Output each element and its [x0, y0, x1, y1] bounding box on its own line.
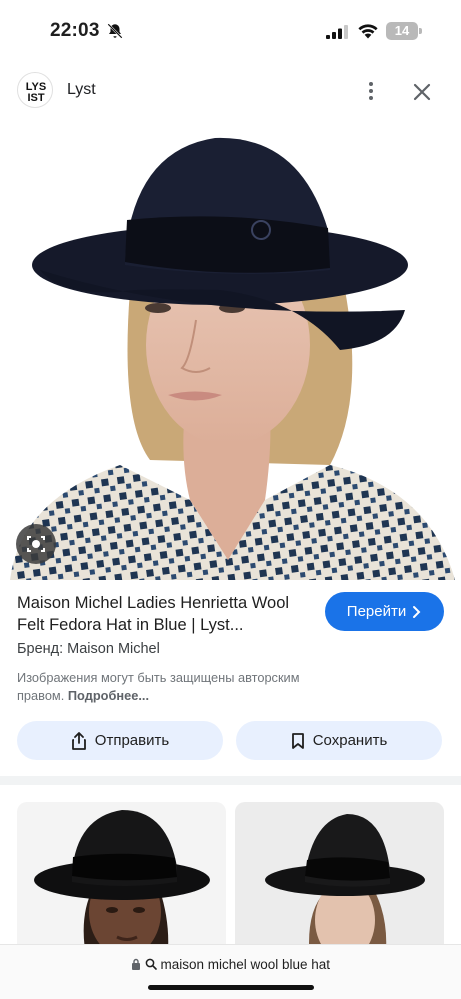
visit-button[interactable]: Перейти [325, 592, 444, 631]
chevron-right-icon [413, 605, 421, 618]
search-query: maison michel wool blue hat [160, 957, 331, 972]
product-image[interactable] [0, 120, 461, 580]
status-time: 22:03 [50, 20, 100, 41]
battery-level: 14 [386, 22, 418, 40]
share-button[interactable]: Отправить [17, 721, 223, 760]
related-image[interactable] [17, 802, 226, 962]
signal-icon [326, 25, 348, 39]
address-field[interactable]: maison michel wool blue hat [0, 957, 461, 972]
address-bar[interactable]: maison michel wool blue hat [0, 944, 461, 999]
share-button-label: Отправить [94, 732, 170, 749]
more-info-link[interactable]: Подробнее... [68, 688, 149, 703]
result-title[interactable]: Maison Michel Ladies Henrietta Wool Felt… [17, 592, 317, 636]
lens-icon [27, 536, 45, 552]
source-header: LYS IST Lyst [0, 68, 461, 114]
logo-text-bottom: IST [27, 92, 44, 104]
save-button-label: Сохранить [312, 732, 388, 749]
share-icon [71, 731, 86, 750]
save-button[interactable]: Сохранить [236, 721, 442, 760]
brand-line: Бренд: Maison Michel [17, 641, 160, 657]
more-vert-icon[interactable] [360, 80, 382, 102]
visit-button-label: Перейти [346, 603, 407, 620]
battery-indicator: 14 [386, 22, 422, 40]
close-icon[interactable] [410, 80, 434, 104]
section-divider [0, 776, 461, 785]
status-bar: 22:03 14 [0, 0, 461, 62]
site-logo[interactable]: LYS IST [17, 72, 53, 108]
lock-icon [131, 958, 140, 970]
copyright-text: Изображения могут быть защищены авторски… [17, 670, 300, 703]
bell-off-icon [107, 23, 123, 39]
related-image[interactable] [235, 802, 444, 962]
wifi-icon [358, 24, 378, 39]
copyright-notice: Изображения могут быть защищены авторски… [17, 669, 347, 705]
site-name[interactable]: Lyst [67, 81, 96, 99]
lens-button[interactable] [16, 524, 56, 564]
bookmark-icon [291, 732, 304, 749]
home-indicator[interactable] [148, 985, 314, 990]
search-icon [145, 958, 157, 970]
